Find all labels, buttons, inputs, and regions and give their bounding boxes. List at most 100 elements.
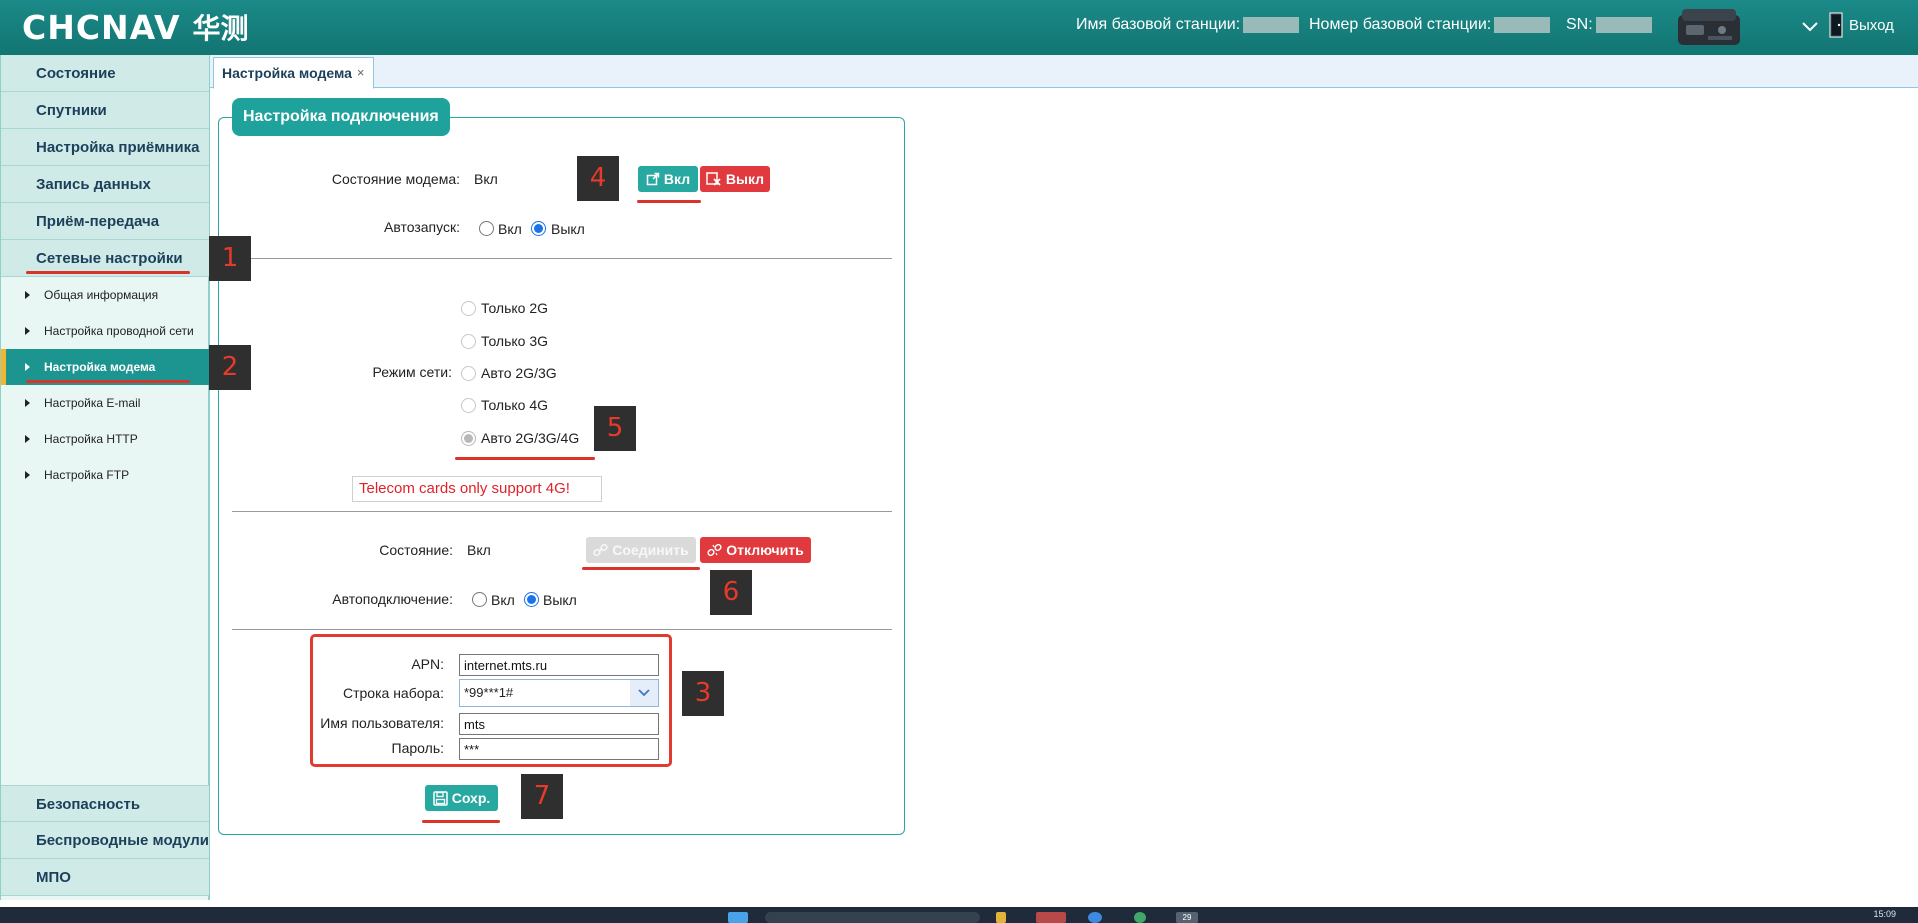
save-label: Сохр. <box>451 790 491 806</box>
annotation-badge-6: 6 <box>710 570 752 615</box>
sidebar-item-status[interactable]: Состояние <box>1 55 209 92</box>
tab-label: Настройка модема <box>222 65 352 81</box>
app-icon[interactable] <box>1134 912 1146 923</box>
modem-on-label: Вкл <box>663 171 691 187</box>
base-station-number-label: Номер базовой станции: <box>1309 16 1492 33</box>
network-mode-auto-2g3g4g-radio[interactable] <box>461 431 476 446</box>
start-icon[interactable] <box>728 912 748 923</box>
autoconnect-off-radio[interactable] <box>524 592 539 607</box>
logo-text: CHCNAV <box>22 7 181 47</box>
chevron-down-icon[interactable] <box>1801 18 1819 36</box>
autostart-on-label: Вкл <box>498 221 522 237</box>
telecom-warning: Telecom cards only support 4G! <box>352 476 602 502</box>
triangle-right-icon <box>25 363 30 371</box>
connection-state-value: Вкл <box>467 542 491 558</box>
autostart-on-radio[interactable] <box>479 221 494 236</box>
sidebar-subitem-email[interactable]: Настройка E-mail <box>1 385 209 421</box>
apn-highlight-box <box>310 634 672 767</box>
modem-off-label: Выкл <box>725 171 765 187</box>
sidebar-subitem-general-info[interactable]: Общая информация <box>1 277 209 313</box>
tab-bar: Настройка модема × <box>210 55 1918 89</box>
autostart-off-radio[interactable] <box>531 221 546 236</box>
folder-icon[interactable] <box>996 912 1006 923</box>
underline-auto-4g <box>455 457 595 460</box>
browser-icon[interactable] <box>1036 912 1066 923</box>
sidebar-subitem-label: Настройка модема <box>44 360 156 374</box>
base-station-number: Номер базовой станции: <box>1309 16 1551 34</box>
network-mode-2g-label: Только 2G <box>481 300 549 316</box>
logo-chinese-text: 华测 <box>192 12 249 45</box>
sidebar-subitem-label: Настройка FTP <box>44 468 130 482</box>
network-mode-3g-label: Только 3G <box>481 333 549 349</box>
annotation-badge-3: 3 <box>682 671 724 716</box>
floppy-disk-icon <box>432 790 448 806</box>
sidebar-subitem-http[interactable]: Настройка HTTP <box>1 421 209 457</box>
sidebar-item-wireless-modules[interactable]: Беспроводные модули <box>1 822 209 859</box>
taskbar-clock: 15:09 <box>1873 909 1896 919</box>
notification-count-badge[interactable]: 29 <box>1176 912 1198 923</box>
base-station-name-label: Имя базовой станции: <box>1076 16 1241 33</box>
divider <box>232 629 892 630</box>
external-link-icon <box>646 172 660 186</box>
serial-number: SN: <box>1566 16 1652 34</box>
triangle-right-icon <box>25 471 30 479</box>
autoconnect-off-label: Выкл <box>543 592 577 608</box>
autoconnect-label: Автоподключение: <box>332 591 453 607</box>
annotation-badge-5: 5 <box>594 406 636 451</box>
sidebar: Состояние Спутники Настройка приёмника З… <box>0 55 210 900</box>
edge-icon[interactable] <box>1088 912 1102 923</box>
modem-off-button[interactable]: Выкл <box>700 166 770 192</box>
connect-button[interactable]: Соединить <box>586 537 696 563</box>
sidebar-subitem-label: Общая информация <box>44 288 159 302</box>
modem-state-value: Вкл <box>474 171 498 187</box>
unlink-icon <box>707 543 722 557</box>
chcnav-logo: CHCNAV 华测 <box>22 7 249 47</box>
serial-number-value-masked <box>1595 17 1652 33</box>
base-station-number-value-masked <box>1494 17 1551 33</box>
network-mode-auto-2g3g4g-label: Авто 2G/3G/4G <box>481 430 580 446</box>
sidebar-item-firmware[interactable]: МПО <box>1 859 209 896</box>
serial-number-label: SN: <box>1566 16 1593 33</box>
autostart-off-label: Выкл <box>551 221 585 237</box>
panel-title: Настройка подключения <box>232 98 450 136</box>
triangle-right-icon <box>25 327 30 335</box>
network-mode-4g-radio[interactable] <box>461 398 476 413</box>
base-station-name-value-masked <box>1243 17 1300 33</box>
save-button[interactable]: Сохр. <box>425 785 498 811</box>
connect-label: Соединить <box>612 542 689 558</box>
os-taskbar: 29 15:09 <box>0 907 1918 923</box>
network-mode-3g-radio[interactable] <box>461 334 476 349</box>
sidebar-item-io[interactable]: Приём-передача <box>1 203 209 240</box>
taskbar-search-box[interactable] <box>765 912 980 923</box>
disconnect-button[interactable]: Отключить <box>700 537 811 563</box>
disconnect-label: Отключить <box>726 542 804 558</box>
network-mode-auto-2g3g-radio[interactable] <box>461 366 476 381</box>
close-box-icon <box>706 172 721 186</box>
sidebar-item-satellites[interactable]: Спутники <box>1 92 209 129</box>
network-mode-2g-radio[interactable] <box>461 301 476 316</box>
link-icon <box>593 543 608 557</box>
sidebar-subitem-label: Настройка E-mail <box>44 396 141 410</box>
triangle-right-icon <box>25 399 30 407</box>
tab-modem-settings[interactable]: Настройка модема × <box>213 57 374 89</box>
autoconnect-on-radio[interactable] <box>472 592 487 607</box>
sidebar-item-security[interactable]: Безопасность <box>1 785 209 822</box>
underline-modem-settings <box>26 380 190 383</box>
sidebar-item-receiver-settings[interactable]: Настройка приёмника <box>1 129 209 166</box>
sidebar-subitem-wired-network[interactable]: Настройка проводной сети <box>1 313 209 349</box>
underline-save-button <box>422 820 500 823</box>
network-mode-auto-2g3g-label: Авто 2G/3G <box>481 365 557 381</box>
sidebar-subitem-label: Настройка HTTP <box>44 432 138 446</box>
connection-state-label: Состояние: <box>379 542 453 558</box>
modem-state-label: Состояние модема: <box>331 171 460 187</box>
network-mode-4g-label: Только 4G <box>481 397 549 413</box>
triangle-right-icon <box>25 435 30 443</box>
close-icon[interactable]: × <box>357 58 365 88</box>
top-header: CHCNAV 华测 Имя базовой станции: Номер баз… <box>0 0 1918 55</box>
logout-button[interactable]: Выход <box>1829 12 1894 38</box>
sidebar-subitem-ftp[interactable]: Настройка FTP <box>1 457 209 493</box>
autoconnect-on-label: Вкл <box>491 592 515 608</box>
triangle-right-icon <box>25 291 30 299</box>
sidebar-item-data-logging[interactable]: Запись данных <box>1 166 209 203</box>
modem-on-button[interactable]: Вкл <box>638 166 698 192</box>
